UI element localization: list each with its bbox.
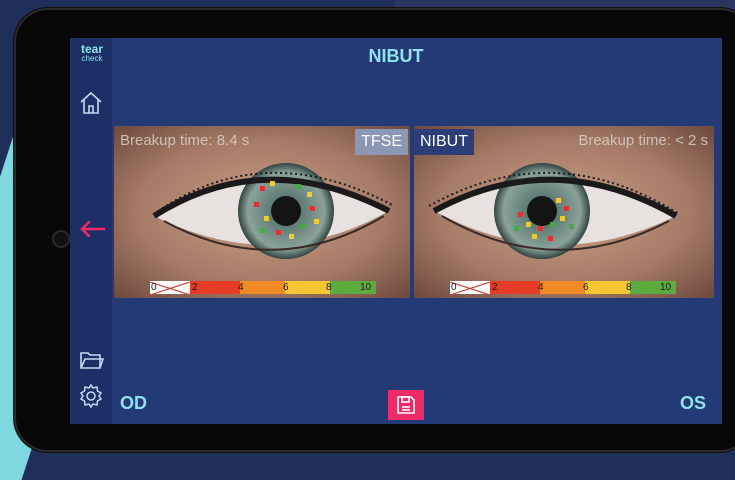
scale-cross-mark — [150, 282, 191, 295]
right-eye-panel: NIBUT Breakup time: < 2 s 0 2 4 6 8 10 — [414, 126, 714, 298]
scale-tick: 6 — [583, 282, 589, 293]
camera-dot — [52, 230, 70, 248]
scale-tick: 2 — [492, 282, 498, 293]
gear-icon[interactable] — [78, 383, 104, 409]
right-breakup-time: Breakup time: < 2 s — [578, 132, 708, 149]
folder-icon[interactable] — [78, 347, 105, 373]
left-eye-panel: Breakup time: 8.4 s TFSE 0 2 4 6 8 10 — [114, 126, 410, 298]
left-breakup-time: Breakup time: 8.4 s — [120, 132, 250, 149]
scale-tick: 8 — [326, 282, 332, 293]
scale-tick: 4 — [538, 282, 544, 293]
scale-tick: 6 — [283, 282, 289, 293]
save-button[interactable] — [388, 390, 424, 420]
od-label: OD — [120, 393, 147, 413]
scale-tick: 0 — [151, 282, 157, 293]
home-icon[interactable] — [78, 90, 104, 116]
left-scale-labels: 0 2 4 6 8 10 — [150, 282, 376, 295]
scale-cross-mark — [450, 282, 491, 295]
scale-tick: 8 — [626, 282, 632, 293]
save-icon — [397, 396, 415, 414]
scale-tick: 10 — [660, 282, 672, 293]
right-scale-labels: 0 2 4 6 8 10 — [450, 282, 676, 295]
scale-tick: 4 — [238, 282, 244, 293]
scale-tick: 10 — [360, 282, 372, 293]
page-title: NIBUT — [368, 46, 424, 66]
tfse-tag[interactable]: TFSE — [355, 129, 408, 155]
nibut-tag[interactable]: NIBUT — [414, 129, 474, 155]
app-screen: tear check NIBUT Breakup time: 8.4 s TFS… — [70, 38, 722, 424]
scale-tick: 0 — [451, 282, 457, 293]
os-label: OS — [679, 393, 706, 413]
scale-tick: 2 — [192, 282, 198, 293]
sidebar: tear check — [70, 38, 112, 424]
arrow-left-icon[interactable] — [78, 216, 106, 242]
